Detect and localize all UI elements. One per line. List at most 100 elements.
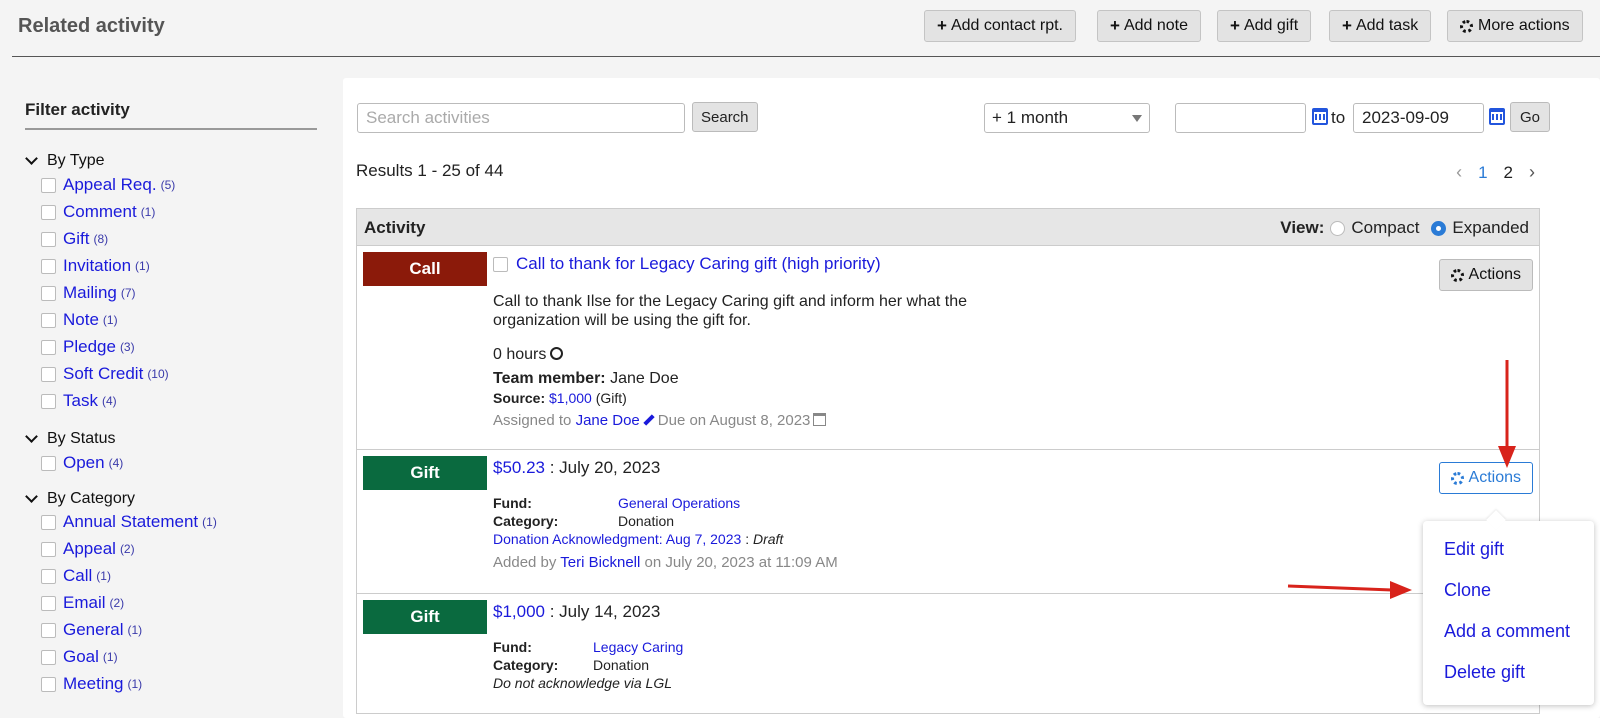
filter-appeal-req[interactable]: Appeal Req. (5) [41, 175, 175, 195]
checkbox[interactable] [41, 204, 56, 220]
filter-gift[interactable]: Gift (8) [41, 229, 108, 249]
type-badge: Gift [363, 456, 487, 490]
clone-menu-item[interactable]: Clone [1444, 580, 1491, 601]
calendar-icon[interactable] [1312, 108, 1328, 125]
filter-goal[interactable]: Goal (1) [41, 647, 118, 667]
checkbox[interactable] [41, 455, 56, 471]
type-badge: Call [363, 252, 487, 286]
delete-gift-menu-item[interactable]: Delete gift [1444, 662, 1525, 683]
filter-email[interactable]: Email (2) [41, 593, 124, 613]
filter-note[interactable]: Note (1) [41, 310, 118, 330]
type-badge: Gift [363, 600, 487, 634]
results-summary: Results 1 - 25 of 44 [356, 161, 504, 180]
filter-pledge[interactable]: Pledge (3) [41, 337, 135, 357]
group-by-category[interactable]: By Category [25, 490, 135, 508]
next-page-icon[interactable]: › [1529, 162, 1535, 183]
more-actions-button[interactable]: More actions [1447, 10, 1583, 42]
calendar-icon[interactable] [1489, 108, 1505, 125]
checkbox[interactable] [41, 177, 56, 193]
actions-button-active[interactable]: Actions [1438, 462, 1533, 494]
compact-radio[interactable] [1330, 220, 1346, 236]
activity-title-link[interactable]: Call to thank for Legacy Caring gift (hi… [516, 254, 881, 274]
checkbox[interactable] [41, 339, 56, 355]
calendar-icon [813, 413, 827, 426]
acknowledgment: Donation Acknowledgment: Aug 7, 2023 : D… [493, 531, 784, 547]
category-field: Category: Donation [493, 657, 650, 673]
expanded-radio[interactable] [1431, 220, 1447, 236]
checkbox[interactable] [41, 312, 56, 328]
activity-table-header: Activity View: Compact Expanded [356, 208, 1540, 246]
filter-mailing[interactable]: Mailing (7) [41, 283, 136, 303]
filter-call[interactable]: Call (1) [41, 566, 111, 586]
task-checkbox[interactable] [493, 256, 508, 272]
checkbox[interactable] [41, 622, 56, 638]
filter-general[interactable]: General (1) [41, 620, 142, 640]
date-range-select[interactable]: + 1 month [984, 103, 1150, 133]
plus-icon: + [1230, 16, 1240, 35]
actions-button[interactable]: Actions [1438, 259, 1533, 291]
page-2[interactable]: 2 [1504, 163, 1513, 183]
gift-heading: $50.23 : July 20, 2023 [493, 458, 661, 477]
activity-row-gift: Gift $50.23 : July 20, 2023 Fund: General… [356, 450, 1540, 594]
chevron-down-icon [25, 493, 37, 505]
add-note-button[interactable]: + Add note [1097, 10, 1201, 42]
go-button[interactable]: Go [1510, 102, 1551, 132]
checkbox[interactable] [41, 676, 56, 692]
filter-soft-credit[interactable]: Soft Credit (10) [41, 364, 169, 384]
checkbox[interactable] [41, 366, 56, 382]
checkbox[interactable] [41, 393, 56, 409]
add-gift-button[interactable]: + Add gift [1217, 10, 1312, 42]
group-by-type[interactable]: By Type [25, 152, 105, 170]
added-by: Added by Teri Bicknell on July 20, 2023 … [493, 554, 838, 571]
add-contact-report-button[interactable]: + Add contact rpt. [924, 10, 1076, 42]
checkbox[interactable] [41, 231, 56, 247]
gift-heading: $1,000 : July 14, 2023 [493, 602, 661, 621]
search-button[interactable]: Search [692, 102, 758, 132]
actions-dropdown-menu: Edit gift Clone Add a comment Delete gif… [1423, 521, 1594, 705]
filter-appeal[interactable]: Appeal (2) [41, 539, 135, 559]
fund-field: Fund: Legacy Caring [493, 639, 684, 655]
filter-invitation[interactable]: Invitation (1) [41, 256, 150, 276]
category-field: Category: Donation [493, 513, 675, 529]
plus-icon: + [937, 16, 947, 35]
date-from-input[interactable] [1175, 103, 1306, 133]
activity-description: Call to thank Ilse for the Legacy Caring… [493, 293, 968, 329]
filter-annual-statement[interactable]: Annual Statement (1) [41, 512, 217, 532]
checkbox[interactable] [41, 595, 56, 611]
checkbox[interactable] [41, 285, 56, 301]
chevron-down-icon [25, 155, 37, 167]
add-task-button[interactable]: + Add task [1329, 10, 1432, 42]
prev-page-icon[interactable]: ‹ [1456, 162, 1462, 183]
view-toggle: View: Compact Expanded [1280, 218, 1529, 237]
gear-icon [1460, 19, 1473, 33]
date-to-input[interactable]: 2023-09-09 [1353, 103, 1484, 133]
gear-icon [1450, 268, 1464, 282]
filter-meeting[interactable]: Meeting (1) [41, 674, 142, 694]
search-input[interactable] [357, 103, 685, 133]
page-1[interactable]: 1 [1478, 163, 1487, 183]
acknowledge-note: Do not acknowledge via LGL [493, 675, 672, 691]
fund-field: Fund: General Operations [493, 495, 741, 511]
clock-icon [550, 347, 564, 360]
caret-down-icon [1132, 114, 1142, 122]
activity-row-gift: Gift $1,000 : July 14, 2023 Fund: Legacy … [356, 594, 1540, 714]
add-comment-menu-item[interactable]: Add a comment [1444, 621, 1570, 642]
checkbox[interactable] [41, 258, 56, 274]
filter-list: By Type Appeal Req. (5) Comment (1) Gift (8… [25, 0, 325, 705]
checkbox[interactable] [41, 568, 56, 584]
checkbox[interactable] [41, 649, 56, 665]
group-by-status[interactable]: By Status [25, 430, 115, 448]
pagination: ‹ 1 2 › [1456, 162, 1535, 183]
checkbox[interactable] [41, 541, 56, 557]
pencil-icon[interactable] [643, 414, 655, 426]
plus-icon: + [1342, 16, 1352, 35]
filter-task[interactable]: Task (4) [41, 391, 117, 411]
plus-icon: + [1110, 16, 1120, 35]
filter-comment[interactable]: Comment (1) [41, 202, 155, 222]
hours: 0 hours [493, 346, 564, 364]
checkbox[interactable] [41, 514, 56, 530]
source: Source: $1,000 (Gift) [493, 390, 627, 406]
gear-icon [1450, 471, 1464, 485]
filter-open[interactable]: Open (4) [41, 453, 123, 473]
edit-gift-menu-item[interactable]: Edit gift [1444, 539, 1504, 560]
